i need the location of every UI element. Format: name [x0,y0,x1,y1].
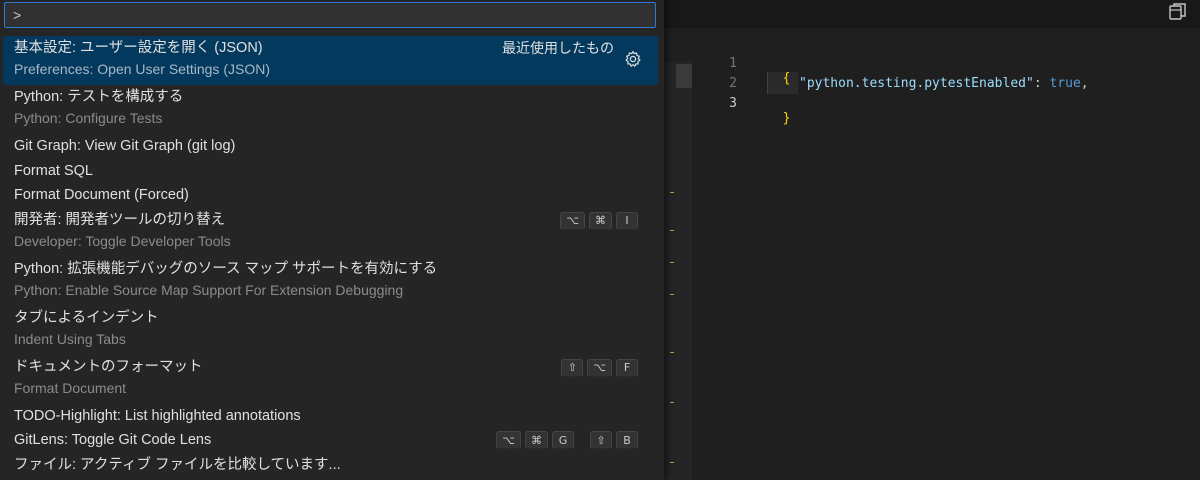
json-close-brace: } [782,111,791,126]
json-colon: : [1033,76,1050,91]
code-line-3[interactable]: } [767,96,791,126]
command-item-view-git-graph[interactable]: Git Graph: View Git Graph (git log) [0,134,664,159]
editor-area[interactable] [660,28,1200,480]
command-item-toggle-developer-tools[interactable]: 開発者: 開発者ツールの切り替え Developer: Toggle Devel… [0,208,664,257]
shift-key: ⇧ [590,431,612,449]
option-key: ⌥ [587,358,612,377]
command-item-open-user-settings-json[interactable]: 基本設定: ユーザー設定を開く (JSON) Preferences: Open… [3,36,658,85]
line-number: 2 [729,76,737,91]
command-item-compare-active-file[interactable]: ファイル: アクティブ ファイルを比較しています... [0,453,664,478]
json-value: true [1049,76,1081,91]
command-item-format-document[interactable]: ドキュメントのフォーマット Format Document ⇧ ⌥ F [0,355,664,404]
command-item-format-sql[interactable]: Format SQL [0,159,664,184]
command-label: TODO-Highlight: List highlighted annotat… [14,407,301,424]
command-label: Git Graph: View Git Graph (git log) [14,138,236,154]
i-key: I [616,211,638,230]
code-line-1[interactable]: { [767,56,791,86]
keybinding: ⌥ ⌘ I [560,211,638,230]
g-key: G [552,431,574,449]
command-palette-input-wrapper [4,2,656,28]
command-detail: Python: Configure Tests [14,110,163,126]
line-number: 1 [729,56,737,71]
command-item-toggle-git-code-lens[interactable]: GitLens: Toggle Git Code Lens ⌥ ⌘ G ⇧ B [0,428,664,453]
command-detail: Format Document [14,379,127,396]
keybinding: ⇧ ⌥ F [561,358,638,377]
keybinding-chord-2: ⇧ B [590,431,638,449]
command-label: タブによるインデント [14,309,159,326]
shift-key: ⇧ [561,358,584,377]
command-item-enable-source-map-support[interactable]: Python: 拡張機能デバッグのソース マップ サポートを有効にする Pyth… [0,257,664,306]
option-key: ⌥ [496,431,521,449]
keybinding-chord-1: ⌥ ⌘ G [496,431,574,449]
command-item-format-document-forced[interactable]: Format Document (Forced) [0,183,664,208]
command-detail: Indent Using Tabs [14,330,126,347]
split-editor-icon[interactable] [1166,2,1188,22]
recently-used-label: 最近使用したもの [502,40,614,56]
command-detail: Developer: Toggle Developer Tools [14,232,231,249]
command-detail: Preferences: Open User Settings (JSON) [14,61,270,77]
gear-icon[interactable] [624,50,642,68]
command-key: ⌘ [589,211,612,230]
b-key: B [616,431,638,449]
command-key: ⌘ [525,431,548,449]
json-key: "python.testing.pytestEnabled" [799,76,1034,91]
command-palette: 基本設定: ユーザー設定を開く (JSON) Preferences: Open… [0,0,664,480]
minimap[interactable] [664,62,692,480]
command-palette-input[interactable] [5,3,655,27]
command-label: Python: 拡張機能デバッグのソース マップ サポートを有効にする [14,260,438,277]
command-label: ファイル: アクティブ ファイルを比較しています... [14,456,341,473]
option-key: ⌥ [560,211,585,230]
keybinding: ⌥ ⌘ G ⇧ B [496,431,638,449]
command-label: Python: テストを構成する [14,89,184,105]
command-detail: Python: Enable Source Map Support For Ex… [14,281,404,298]
command-label: Format SQL [14,162,93,179]
code-line-2[interactable]: "python.testing.pytestEnabled": true, [799,76,1089,91]
json-open-brace: { [782,71,791,86]
line-number-current: 3 [729,96,737,111]
command-item-configure-tests[interactable]: Python: テストを構成する Python: Configure Tests [0,85,664,134]
command-label: Format Document (Forced) [14,187,189,203]
f-key: F [616,358,638,377]
command-item-todo-highlight-list[interactable]: TODO-Highlight: List highlighted annotat… [0,404,664,429]
json-comma: , [1080,76,1089,91]
minimap-slider[interactable] [676,64,692,88]
command-list: 基本設定: ユーザー設定を開く (JSON) Preferences: Open… [0,36,664,477]
command-item-indent-using-tabs[interactable]: タブによるインデント Indent Using Tabs [0,306,664,355]
